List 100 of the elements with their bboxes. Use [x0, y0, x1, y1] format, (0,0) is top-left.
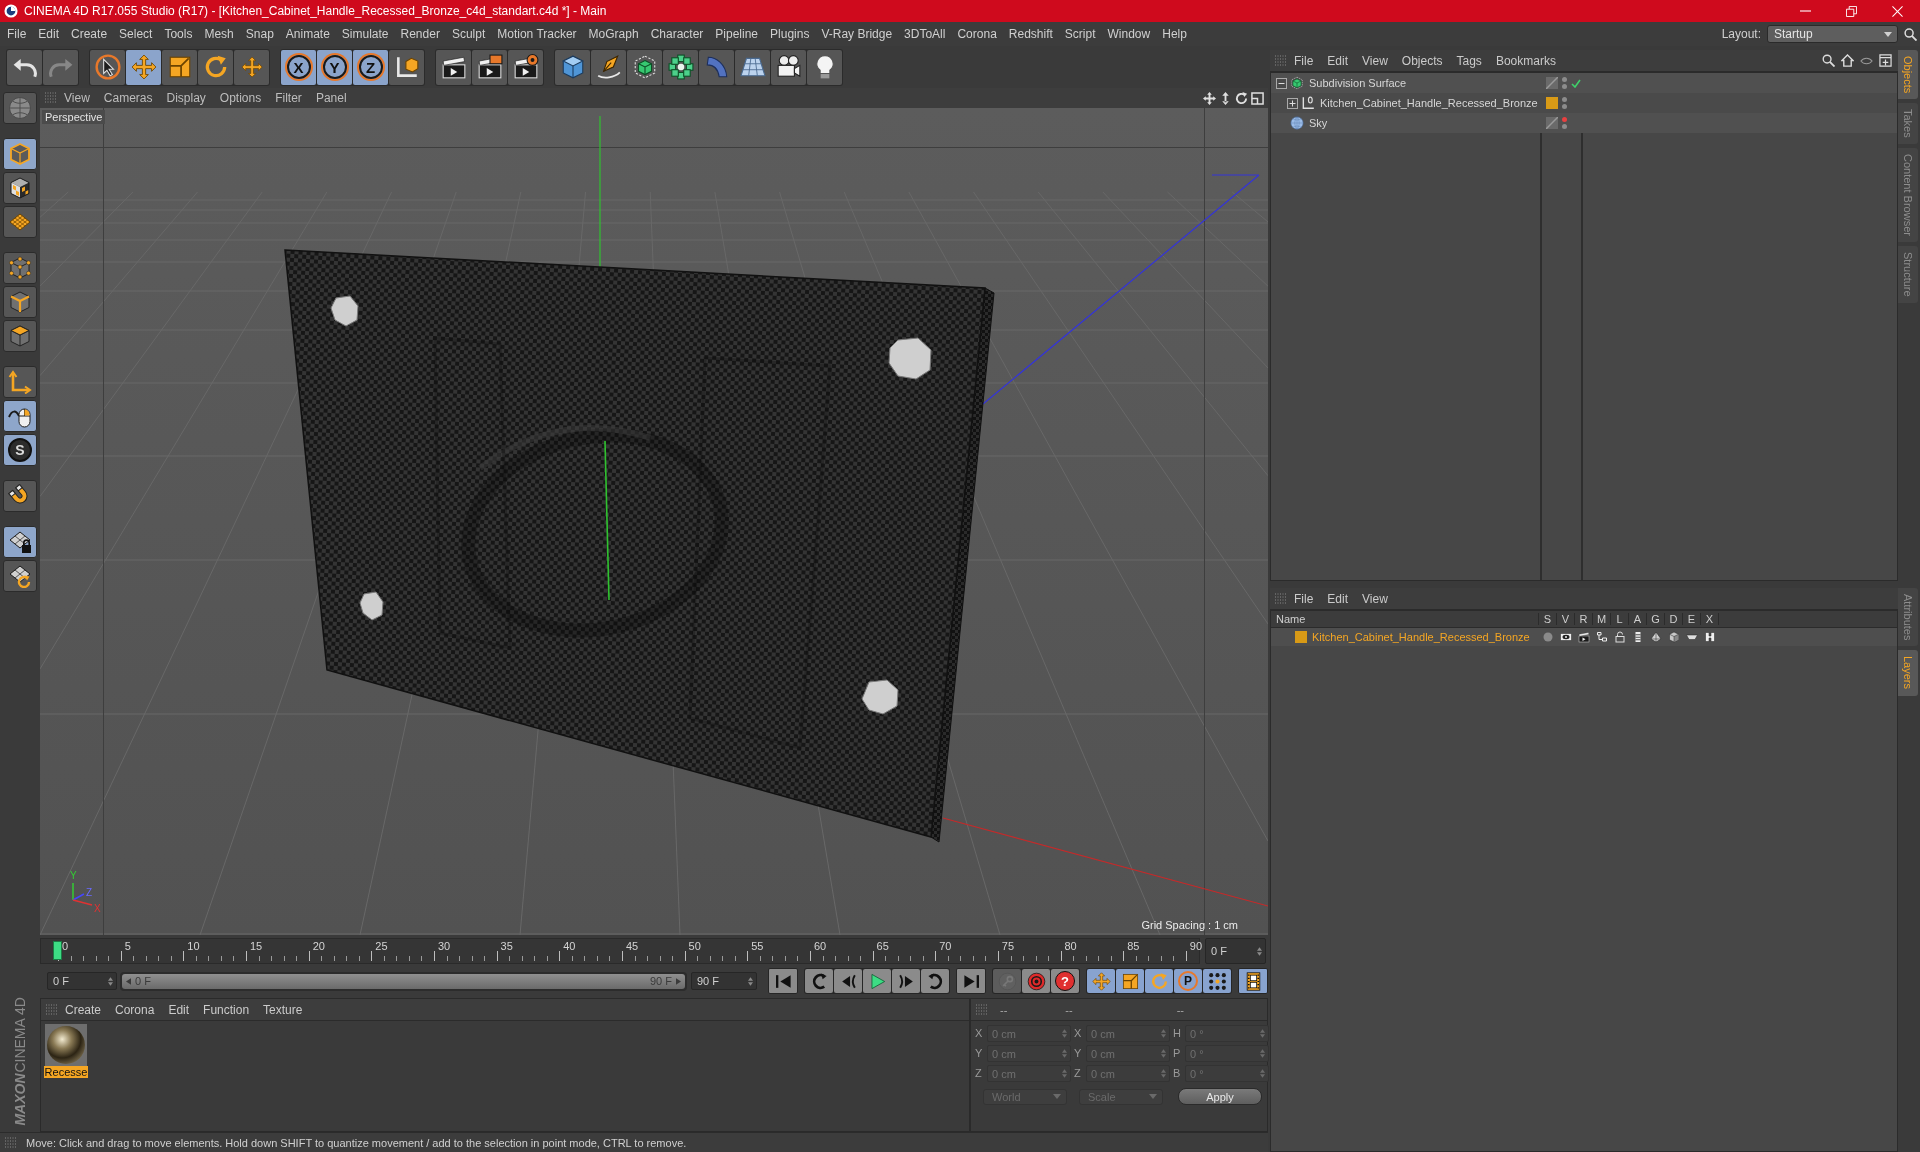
menu-item[interactable]: Help	[1156, 23, 1193, 45]
home-icon[interactable]	[1841, 54, 1854, 67]
menu-item[interactable]: Sculpt	[445, 23, 492, 45]
panel-menu-item[interactable]: Objects	[1394, 51, 1450, 70]
next-key-button[interactable]	[921, 969, 949, 993]
snap-button[interactable]: S	[3, 434, 37, 466]
menu-item[interactable]: 3DToAll	[898, 23, 952, 45]
apply-button[interactable]: Apply	[1178, 1088, 1262, 1105]
workplane-mode-button[interactable]	[3, 206, 37, 238]
menu-item[interactable]: Animate	[279, 23, 336, 45]
parameter-track-button[interactable]: P	[1174, 969, 1202, 993]
panel-menu-item[interactable]: File	[1287, 51, 1321, 70]
panel-menu-item[interactable]: Edit	[161, 1000, 197, 1019]
cloner-button[interactable]	[663, 49, 698, 85]
search-icon[interactable]	[1822, 54, 1835, 67]
panel-menu-item[interactable]: Create	[58, 1000, 109, 1019]
transform-tool-button[interactable]	[234, 49, 269, 85]
menu-item[interactable]: Tools	[158, 23, 199, 45]
panel-menu-item[interactable]: Texture	[256, 1000, 310, 1019]
menu-item[interactable]: Window	[1101, 23, 1157, 45]
viewport-menu-item[interactable]: Panel	[308, 89, 354, 107]
layer-swatch-icon[interactable]	[1295, 631, 1307, 643]
floor-button[interactable]	[735, 49, 770, 85]
menu-item[interactable]: Redshift	[1002, 23, 1059, 45]
object-row[interactable]: Sky	[1271, 113, 1897, 133]
slider-arrow-icon[interactable]	[676, 977, 681, 985]
viewport-menu-item[interactable]: Cameras	[96, 89, 160, 107]
menu-item[interactable]: Character	[644, 23, 710, 45]
column-header[interactable]: A	[1629, 613, 1647, 625]
material-name[interactable]: Recesse	[43, 1066, 89, 1078]
start-frame-field[interactable]: 0 F	[47, 972, 117, 990]
tweak-mode-button[interactable]	[3, 400, 37, 432]
menu-item[interactable]: Simulate	[335, 23, 395, 45]
collapse-icon[interactable]	[1276, 77, 1287, 89]
stepper-icon[interactable]	[108, 976, 113, 986]
next-frame-button[interactable]	[892, 969, 920, 993]
checkered-plate[interactable]	[284, 249, 995, 843]
column-header[interactable]: L	[1611, 613, 1629, 625]
layer-swatch-icon[interactable]	[1546, 97, 1558, 109]
axis-lock-button[interactable]: Y	[317, 49, 352, 85]
end-frame-field[interactable]: 90 F	[691, 972, 757, 990]
column-header[interactable]: X	[1701, 613, 1719, 625]
bowl-icon[interactable]	[1686, 631, 1698, 643]
column-header[interactable]: Name	[1271, 613, 1539, 625]
editor-visibility-dot-icon[interactable]	[1562, 117, 1567, 122]
hierarchy-icon[interactable]	[1596, 631, 1608, 643]
menu-item[interactable]: Script	[1058, 23, 1102, 45]
go-to-start-button[interactable]	[768, 968, 798, 994]
lock-icon[interactable]	[1614, 631, 1626, 643]
layer-row[interactable]: Kitchen_Cabinet_Handle_Recessed_Bronze	[1271, 628, 1897, 646]
layout-dropdown[interactable]: Startup	[1767, 25, 1898, 43]
viewport-menu-item[interactable]: Display	[159, 89, 213, 107]
editor-visibility-dot-icon[interactable]	[1562, 97, 1567, 102]
panel-menu-item[interactable]: Bookmarks	[1488, 51, 1563, 70]
column-header[interactable]: R	[1575, 613, 1593, 625]
axis-lock-button[interactable]: X	[281, 49, 316, 85]
panel-menu-item[interactable]: File	[1287, 589, 1321, 608]
current-frame-field[interactable]: 0 F	[1205, 938, 1266, 964]
panel-menu-item[interactable]: Tags	[1449, 51, 1489, 70]
shaded-cube-icon[interactable]	[1668, 631, 1680, 643]
texture-mode-button[interactable]	[3, 172, 37, 204]
column-header[interactable]: G	[1647, 613, 1665, 625]
polygons-mode-button[interactable]	[3, 320, 37, 352]
menu-item[interactable]: File	[1, 23, 33, 45]
menu-item[interactable]: Snap	[239, 23, 280, 45]
panel-menu-item[interactable]: Function	[196, 1000, 257, 1019]
menu-item[interactable]: Motion Tracker	[491, 23, 583, 45]
menu-item[interactable]: Create	[65, 23, 114, 45]
column-header[interactable]: V	[1557, 613, 1575, 625]
playhead[interactable]	[53, 941, 62, 960]
zoom-view-icon[interactable]	[1219, 91, 1232, 105]
render-visibility-dot-icon[interactable]	[1562, 84, 1567, 89]
play-button[interactable]	[863, 969, 891, 993]
xref-icon[interactable]	[1704, 631, 1716, 643]
menu-item[interactable]: V-Ray Bridge	[815, 23, 899, 45]
cube-button[interactable]	[555, 49, 590, 85]
panel-menu-item[interactable]: Edit	[1320, 589, 1356, 608]
column-header[interactable]: E	[1683, 613, 1701, 625]
menu-item[interactable]: Render	[394, 23, 446, 45]
pyramid-icon[interactable]	[1650, 631, 1662, 643]
menu-item[interactable]: Edit	[32, 23, 66, 45]
axis-lock-button[interactable]: Z	[353, 49, 388, 85]
object-row[interactable]: Subdivision Surface	[1271, 73, 1897, 93]
subdivision-surface-button[interactable]	[627, 49, 662, 85]
expand-icon[interactable]	[1287, 97, 1298, 109]
axis-mode-button[interactable]	[3, 366, 37, 398]
panel-menu-item[interactable]: Edit	[1320, 51, 1356, 70]
point-level-button[interactable]	[1203, 969, 1231, 993]
render-to-picture-viewer-button[interactable]	[472, 49, 507, 85]
scale-tool-button[interactable]	[162, 49, 197, 85]
solo-dot-icon[interactable]	[1542, 631, 1554, 643]
maximize-view-icon[interactable]	[1251, 91, 1264, 105]
rotate-view-icon[interactable]	[1235, 91, 1248, 105]
column-header[interactable]: S	[1539, 613, 1557, 625]
clapperboard-icon[interactable]	[1578, 631, 1590, 643]
column-header[interactable]: M	[1593, 613, 1611, 625]
viewport-menu-item[interactable]: View	[57, 89, 97, 107]
menu-item[interactable]: Corona	[951, 23, 1003, 45]
column-header[interactable]: D	[1665, 613, 1683, 625]
viewport-menu-item[interactable]: Options	[212, 89, 269, 107]
